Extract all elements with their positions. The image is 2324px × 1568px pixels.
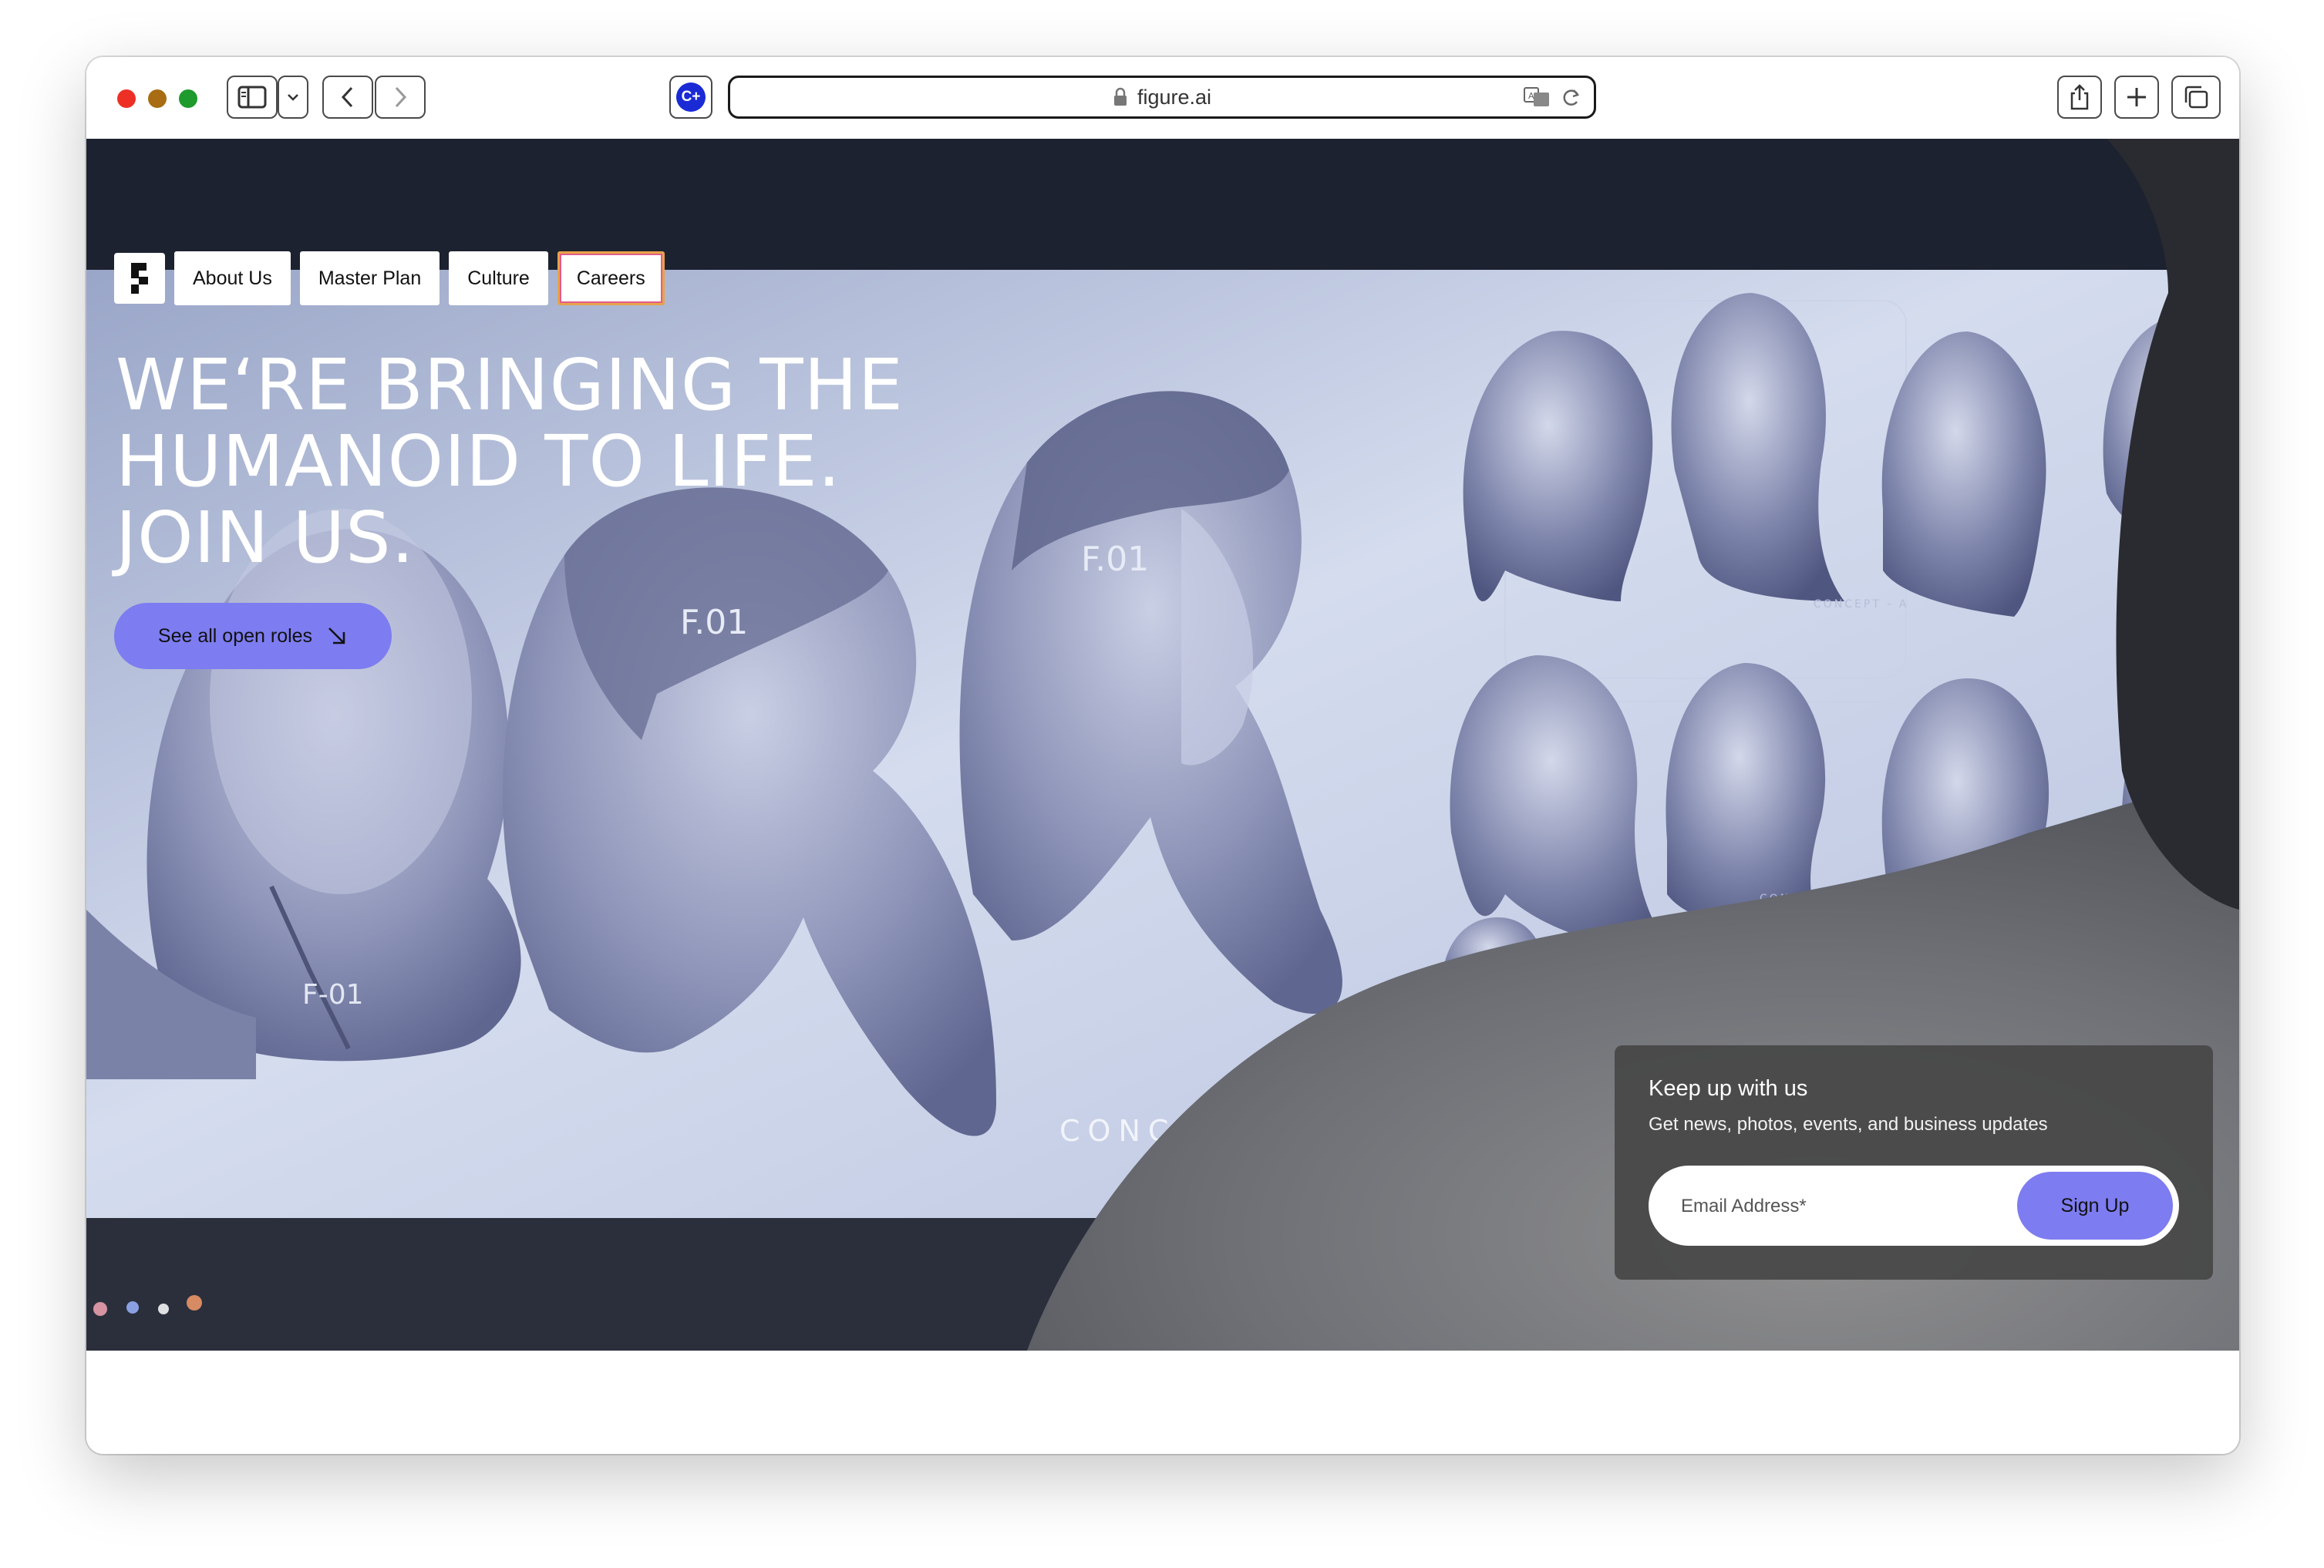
arrow-down-right-icon <box>328 628 345 644</box>
lock-icon <box>1113 87 1127 106</box>
chevron-left-icon <box>341 86 353 108</box>
close-window-button[interactable] <box>117 89 136 108</box>
sidebar-toggle-button[interactable] <box>227 76 278 119</box>
plus-icon <box>2127 88 2146 106</box>
product-label: F-01 <box>302 979 364 1011</box>
share-icon <box>2070 84 2089 110</box>
nav-culture[interactable]: Culture <box>449 251 548 305</box>
page-footer-blank <box>86 1351 2239 1454</box>
newsletter-form: Sign Up <box>1649 1166 2179 1246</box>
sign-up-button[interactable]: Sign Up <box>2017 1172 2173 1240</box>
url-text: figure.ai <box>1137 85 1212 109</box>
figure-logo[interactable] <box>114 253 165 304</box>
chevron-down-icon <box>288 94 298 101</box>
nav-about-us[interactable]: About Us <box>174 251 291 305</box>
headline-line: JOIN US. <box>116 496 415 579</box>
sidebar-icon <box>237 86 267 109</box>
browser-window: C+ figure.ai A F.01 F.01 F-01 CONCEPT - … <box>86 57 2239 1454</box>
minimize-window-button[interactable] <box>148 89 167 108</box>
cta-label: See all open roles <box>157 624 313 647</box>
newsletter-panel: Keep up with us Get news, photos, events… <box>1615 1045 2213 1280</box>
site-nav: About Us Master Plan Culture Careers <box>114 251 665 305</box>
chevron-right-icon <box>395 86 407 108</box>
concept-caption: CONCEPT - A <box>1814 598 1908 611</box>
extension-label: C+ <box>681 89 701 105</box>
maximize-window-button[interactable] <box>179 89 197 108</box>
extension-button[interactable]: C+ <box>669 76 712 119</box>
see-open-roles-button[interactable]: See all open roles <box>114 603 392 669</box>
hero-headline: WE‘RE BRINGING THE HUMANOID TO LIFE. JOI… <box>116 347 1118 576</box>
page-content: F.01 F.01 F-01 CONCEPT - A CONCEPT - B <box>86 139 2239 1351</box>
address-bar[interactable]: figure.ai A <box>728 76 1596 119</box>
tab-overview-button[interactable] <box>2171 76 2221 119</box>
reload-icon[interactable] <box>1560 86 1583 109</box>
new-tab-button[interactable] <box>2114 76 2159 119</box>
headline-line: HUMANOID TO LIFE. <box>116 420 841 503</box>
back-button[interactable] <box>322 76 373 119</box>
nav-careers[interactable]: Careers <box>557 251 665 305</box>
share-button[interactable] <box>2057 76 2102 119</box>
product-label: F.01 <box>680 603 748 642</box>
tabs-icon <box>2184 86 2208 109</box>
browser-toolbar: C+ figure.ai A <box>86 57 2239 140</box>
forward-button[interactable] <box>375 76 426 119</box>
svg-text:A: A <box>1528 91 1534 101</box>
translate-icon[interactable]: A <box>1523 86 1552 109</box>
extension-icon: C+ <box>676 82 706 112</box>
tab-groups-dropdown-button[interactable] <box>278 76 308 119</box>
email-field[interactable] <box>1679 1186 2006 1227</box>
newsletter-subtitle: Get news, photos, events, and business u… <box>1649 1114 2048 1135</box>
figure-logo-icon <box>131 263 148 294</box>
newsletter-title: Keep up with us <box>1649 1076 1808 1101</box>
headline-line: WE‘RE BRINGING THE <box>116 344 904 426</box>
nav-master-plan[interactable]: Master Plan <box>299 251 440 305</box>
